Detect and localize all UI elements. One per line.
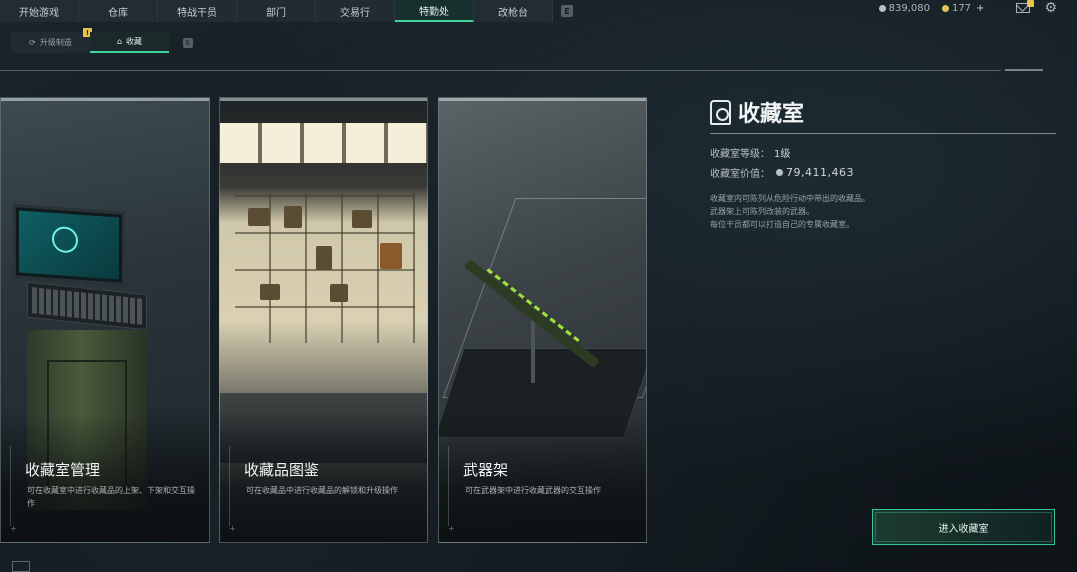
card-title: 收藏室管理 [25, 461, 101, 479]
mail-icon[interactable] [1016, 0, 1035, 13]
silver-amount: 839,080 [888, 2, 930, 14]
card-title: 收藏品图鉴 [244, 461, 320, 479]
mail-badge [1027, 0, 1035, 7]
corner-plus-icon: + [10, 524, 17, 533]
laptop-illustration [13, 204, 125, 286]
ceiling-lights-illustration [220, 123, 427, 163]
tab-start-game[interactable]: 开始游戏 [0, 0, 79, 22]
card-collection-catalog[interactable]: 收藏品图鉴 可在收藏品中进行收藏品的解锁和升级操作 + [219, 97, 428, 543]
vault-description: 收藏室内可陈列从危险行动中带出的收藏品。 武器架上可陈列改装的武器。 每位干员都… [710, 192, 1056, 231]
gold-currency: 177 + [941, 2, 984, 14]
vault-value-amount: 79,411,463 [786, 165, 854, 179]
bottom-corner-marker [12, 561, 30, 572]
vault-info-panel: 收藏室 收藏室等级： 1级 收藏室价值： 79,411,463 收藏室内可陈列从… [710, 97, 1056, 231]
enter-vault-button[interactable]: 进入收藏室 [872, 509, 1055, 545]
subtab-upgrade-label: 升级制造 [39, 38, 72, 47]
silver-coin-icon [878, 4, 886, 12]
card-weapon-rack[interactable]: 武器架 可在武器架中进行收藏武器的交互操作 + [438, 97, 647, 543]
gear-swap-icon: ⟳ [29, 38, 36, 47]
header-divider-accent [1005, 69, 1043, 71]
enter-vault-label: 进入收藏室 [938, 523, 989, 535]
tab-gunsmith[interactable]: 改枪台 [474, 0, 553, 22]
silver-coin-icon [776, 168, 783, 176]
add-gold-button[interactable]: + [976, 3, 984, 14]
tab-trading[interactable]: 交易行 [316, 0, 395, 22]
tab-department[interactable]: 部门 [237, 0, 316, 22]
card-description: 可在收藏品中进行收藏品的解锁和升级操作 [246, 486, 398, 495]
corner-plus-icon: + [229, 524, 236, 533]
subtab-collection-label: 收藏 [126, 37, 143, 46]
tab-operators[interactable]: 特战干员 [158, 0, 237, 22]
vault-value-row: 收藏室价值： 79,411,463 [710, 162, 1056, 182]
vault-header: 收藏室 [710, 97, 1056, 127]
vault-desc-line: 武器架上可陈列改装的武器。 [710, 207, 814, 216]
card-title: 武器架 [463, 461, 509, 479]
subtab-upgrade[interactable]: ⟳ 升级制造 ! [11, 28, 92, 53]
corner-plus-icon: + [448, 524, 455, 533]
card-description: 可在收藏室中进行收藏品的上架、下架和交互操作 [27, 486, 195, 508]
vault-title: 收藏室 [738, 102, 805, 127]
gold-amount: 177 [951, 2, 972, 14]
vault-level-label: 收藏室等级： [710, 148, 770, 160]
top-nav: 开始游戏 仓库 特战干员 部门 交易行 特勤处 改枪台 E [0, 0, 581, 22]
tab-warehouse[interactable]: 仓库 [79, 0, 158, 22]
vault-small-icon: ⌂ [116, 37, 123, 46]
card-side-line [10, 446, 11, 526]
card-side-line [448, 446, 449, 526]
silver-currency: 839,080 [878, 2, 930, 14]
card-top-bar [220, 98, 427, 101]
sub-hotkey-hint: E [183, 38, 193, 48]
keyboard-illustration [27, 281, 147, 331]
subtab-collection[interactable]: ⌂ 收藏 [90, 32, 169, 53]
card-description: 可在武器架中进行收藏武器的交互操作 [465, 486, 601, 495]
card-top-bar [1, 98, 209, 101]
top-right-bar: 839,080 177 + ⚙ [878, 0, 1077, 16]
header-divider [0, 70, 1001, 71]
gold-coin-icon [941, 4, 949, 12]
vault-level-row: 收藏室等级： 1级 [710, 142, 1056, 162]
vault-icon [710, 99, 731, 125]
card-vault-management[interactable]: 收藏室管理 可在收藏室中进行收藏品的上架、下架和交互操作 + [0, 97, 210, 543]
vault-level-value: 1级 [774, 148, 791, 160]
card-side-line [229, 446, 230, 526]
hotkey-hint: E [561, 5, 573, 17]
vault-divider [710, 133, 1056, 134]
tab-special-ops[interactable]: 特勤处 [395, 0, 474, 22]
vault-value-label: 收藏室价值： [710, 168, 770, 180]
sub-nav: ⟳ 升级制造 ! ⌂ 收藏 E [11, 28, 193, 53]
settings-gear-icon[interactable]: ⚙ [1044, 0, 1057, 16]
vault-desc-line: 收藏室内可陈列从危险行动中带出的收藏品。 [710, 194, 870, 203]
vault-desc-line: 每位干员都可以打造自己的专属收藏室。 [710, 220, 854, 229]
card-top-bar [439, 98, 646, 101]
